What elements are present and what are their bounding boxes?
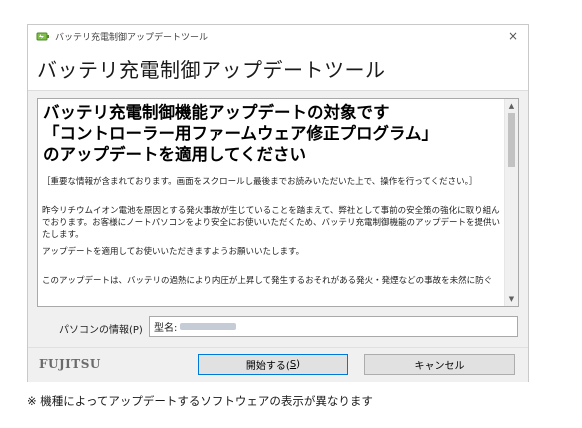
model-label: 型名: (154, 323, 178, 334)
pc-info-label: パソコンの情報(P) (59, 325, 143, 336)
update-description: このアップデートは、バッテリの過熱により内圧が上昇して発生するおそれがある発火・… (42, 276, 493, 286)
battery-icon (36, 30, 50, 42)
request-paragraph: アップデートを適用してお使いいただきますようお願いいたします。 (42, 247, 305, 257)
footer: FUJITSU 開始する(S) キャンセル (28, 347, 528, 382)
fujitsu-logo: FUJITSU (39, 357, 101, 371)
cancel-button[interactable]: キャンセル (364, 354, 515, 375)
vertical-scrollbar[interactable]: ▲ ▼ (504, 99, 518, 306)
background-paragraph: 昨今リチウムイオン電池を原因とする発火事故が生じていることを踏まえて、弊社として… (42, 206, 500, 240)
start-button[interactable]: 開始する(S) (198, 354, 348, 375)
headline-line-3: のアップデートを適用してください (43, 145, 307, 164)
model-value-blurred (180, 323, 237, 330)
footnote: ※ 機種によってアップデートするソフトウェアの表示が異なります (27, 394, 373, 408)
scroll-up-icon[interactable]: ▲ (505, 100, 518, 112)
close-icon: × (507, 29, 519, 43)
header: バッテリ充電制御アップデートツール (28, 47, 528, 91)
important-notice: ［重要な情報が含まれております。画面をスクロールし最後までお読みいただいた上で、… (42, 177, 478, 187)
scroll-down-icon[interactable]: ▼ (505, 293, 518, 305)
window-title: バッテリ充電制御アップデートツール (55, 32, 209, 43)
scroll-thumb[interactable] (508, 113, 515, 167)
message-panel[interactable]: バッテリ充電制御機能アップデートの対象です 「コントローラー用ファームウェア修正… (37, 98, 519, 307)
message-text: バッテリ充電制御機能アップデートの対象です 「コントローラー用ファームウェア修正… (42, 102, 504, 287)
model-field[interactable]: 型名: (149, 316, 518, 337)
page-title: バッテリ充電制御アップデートツール (37, 58, 386, 82)
title-bar: バッテリ充電制御アップデートツール × (28, 25, 528, 47)
pc-info-row: パソコンの情報(P) 型名: (28, 316, 528, 338)
close-button[interactable]: × (498, 25, 528, 47)
start-button-label: 開始する( (245, 361, 290, 372)
app-window: バッテリ充電制御アップデートツール × バッテリ充電制御アップデートツール バッ… (27, 24, 529, 382)
headline-line-2: 「コントローラー用ファームウェア修正プログラム」 (43, 124, 439, 143)
headline-line-1: バッテリ充電制御機能アップデートの対象です (43, 103, 390, 122)
start-button-label-end: ) (296, 359, 301, 370)
